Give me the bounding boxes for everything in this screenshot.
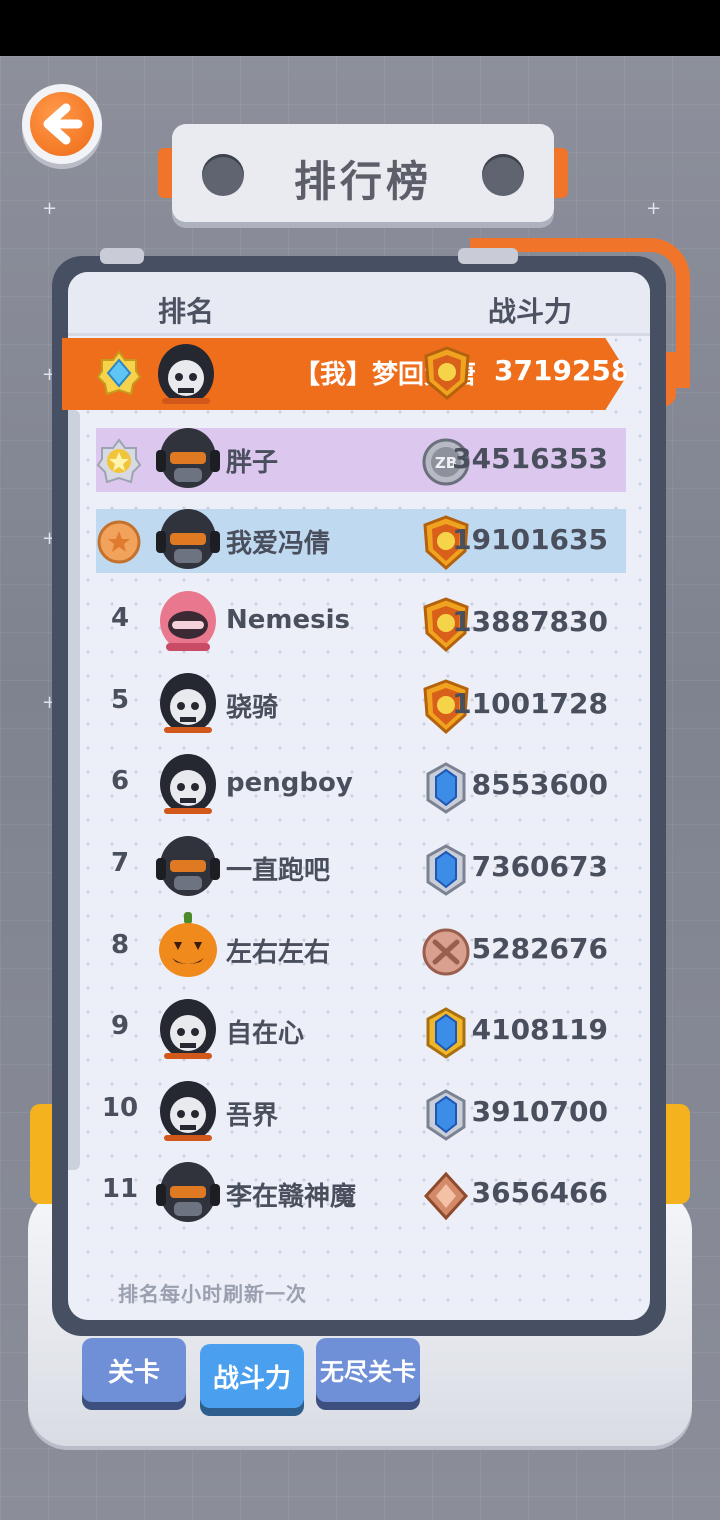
- pumpkin-avatar-icon: [159, 912, 217, 977]
- player-name: Nemesis: [226, 605, 350, 635]
- leaderboard-row[interactable]: 6 pengboy 8553600: [0, 754, 720, 820]
- tab-endless-levels[interactable]: 无尽关卡: [316, 1338, 420, 1412]
- power-value: 3656466: [471, 1176, 608, 1209]
- rank-number: 8: [110, 930, 130, 960]
- leaderboard-row[interactable]: 5 骁骑 11001728: [0, 673, 720, 739]
- frame-clip: [100, 248, 144, 264]
- sparkle-icon: +: [42, 198, 58, 219]
- player-name: 我爱冯倩: [226, 529, 331, 559]
- leaderboard-row[interactable]: 我爱冯倩 19101635: [0, 509, 720, 575]
- blue-crystal-badge-icon: [426, 1089, 466, 1141]
- leaderboard-row[interactable]: 8 左右左右 5282676: [0, 912, 720, 984]
- rank-number: 4: [110, 603, 130, 633]
- rank-number: 11: [101, 1174, 139, 1204]
- player-name: 一直跑吧: [226, 856, 331, 886]
- rank-number: 7: [110, 848, 130, 878]
- rank-number: 5: [110, 685, 130, 715]
- power-value: 13887830: [452, 605, 608, 638]
- tab-power[interactable]: 战斗力: [200, 1344, 304, 1418]
- power-value: 7360673: [471, 850, 608, 883]
- headphone-ninja-avatar-icon: [156, 428, 220, 488]
- status-bar: [0, 0, 720, 56]
- player-name: pengboy: [226, 768, 353, 798]
- player-name: 李在赣神魔: [226, 1182, 357, 1212]
- rank-number: 10: [101, 1093, 139, 1123]
- hooded-skull-avatar-icon: [160, 673, 216, 733]
- leaderboard-row[interactable]: 11 李在赣神魔 3656466: [0, 1162, 720, 1228]
- leaderboard-row[interactable]: 7 一直跑吧 7360673: [0, 836, 720, 902]
- bronze-star-medal-icon: [97, 520, 141, 564]
- blue-crystal-badge-icon: [426, 844, 466, 896]
- refresh-note: 排名每小时刷新一次: [118, 1282, 307, 1306]
- power-value: 3910700: [471, 1095, 608, 1128]
- power-value: 11001728: [452, 687, 608, 720]
- blue-crystal-badge-icon: [426, 762, 466, 814]
- power-header: 战斗力: [488, 295, 573, 328]
- rank-header: 排名: [158, 295, 215, 328]
- headphone-ninja-avatar-icon: [156, 836, 220, 896]
- column-header: 排名 战斗力: [68, 272, 650, 336]
- rank-number: 9: [110, 1011, 130, 1041]
- back-button[interactable]: [22, 84, 102, 164]
- leaderboard-row[interactable]: 10 吾界 3910700: [0, 1081, 720, 1147]
- blue-diamond-star-medal-icon: [96, 350, 142, 396]
- tab-label: 无尽关卡: [320, 1358, 416, 1386]
- pink-helmet-avatar-icon: [160, 591, 216, 651]
- leaderboard-row[interactable]: 4 Nemesis 13887830: [0, 591, 720, 657]
- hooded-skull-avatar-icon: [160, 1081, 216, 1141]
- leaderboard-row[interactable]: 胖子 ZB 34516353: [0, 428, 720, 494]
- power-value: 4108119: [471, 1013, 608, 1046]
- player-name: 自在心: [226, 1019, 305, 1049]
- gold-shield-skull-badge-icon: [424, 346, 470, 400]
- tab-levels[interactable]: 关卡: [82, 1338, 186, 1412]
- leaderboard-row[interactable]: 9 自在心 4108119: [0, 999, 720, 1065]
- sparkle-icon: +: [646, 198, 662, 219]
- headphone-ninja-avatar-icon: [156, 509, 220, 569]
- rank-number: 6: [110, 766, 130, 796]
- power-value: 5282676: [471, 932, 608, 965]
- player-name: 胖子: [226, 448, 279, 478]
- title-plate: 排行榜: [158, 124, 568, 226]
- hooded-skull-avatar-icon: [160, 754, 216, 814]
- headphone-ninja-avatar-icon: [156, 1162, 220, 1222]
- bronze-gem-badge-icon: [423, 1171, 469, 1221]
- player-name: 骁骑: [226, 693, 279, 723]
- hooded-skull-avatar-icon: [158, 344, 214, 404]
- frame-clip: [458, 248, 518, 264]
- bronze-cross-coin-badge-icon: [422, 928, 470, 976]
- my-rank-row[interactable]: 【我】梦回大唐 37192583: [62, 338, 628, 410]
- player-name: 吾界: [226, 1101, 279, 1131]
- silver-star-medal-icon: [96, 438, 142, 484]
- leaderboard-screen: + + + + + 排行榜 排名 战斗力 排名每小时刷新一次 【我】梦回大唐 3…: [0, 0, 720, 1520]
- tab-label: 战斗力: [212, 1364, 291, 1394]
- arrow-left-icon: [43, 103, 83, 145]
- tab-label: 关卡: [107, 1358, 160, 1388]
- power-value: 8553600: [471, 768, 608, 801]
- hooded-skull-avatar-icon: [160, 999, 216, 1059]
- player-name: 左右左右: [226, 938, 331, 968]
- page-title: 排行榜: [293, 157, 432, 206]
- gold-blue-crystal-badge-icon: [426, 1007, 466, 1059]
- power-value: 19101635: [452, 523, 608, 556]
- power-value: 34516353: [452, 442, 608, 475]
